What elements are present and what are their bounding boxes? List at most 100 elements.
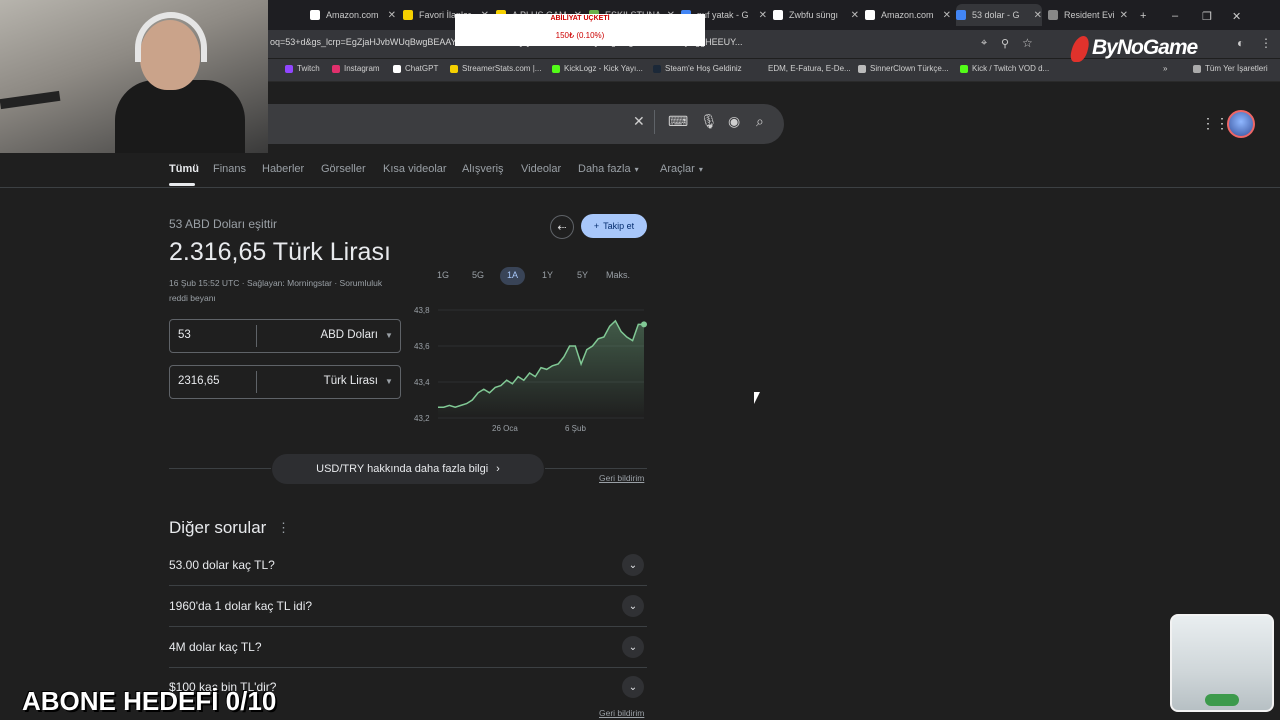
- sponsor-name: ByNoGame: [1092, 36, 1198, 59]
- bookmark-item[interactable]: StreamerStats.com |...: [450, 64, 541, 73]
- tab-title: Resident Evi: [1064, 10, 1115, 20]
- bookmark-item[interactable]: Kick / Twitch VOD d...: [960, 64, 1049, 73]
- chevron-down-icon[interactable]: ⌄: [622, 636, 644, 658]
- range-option[interactable]: 5Y: [577, 270, 588, 280]
- search-tab-label: Araçlar: [660, 163, 695, 175]
- bookmark-item[interactable]: SinnerClown Türkçe...: [858, 64, 949, 73]
- bookmark-favicon-icon: [960, 64, 968, 73]
- bookmark-item[interactable]: KickLogz - Kick Yayı...: [552, 64, 643, 73]
- new-tab-button[interactable]: +: [1140, 10, 1146, 22]
- search-tab[interactable]: Haberler: [262, 163, 304, 175]
- browser-tab[interactable]: 53 dolar - G ✕: [956, 4, 1042, 26]
- to-amount-value[interactable]: 2316,65: [178, 375, 220, 387]
- series-area: [438, 320, 644, 418]
- to-currency-select[interactable]: Türk Lirası: [280, 375, 378, 387]
- chevron-down-icon[interactable]: ⌄: [622, 595, 644, 617]
- search-tab-label: Alışveriş: [462, 163, 504, 175]
- question-item[interactable]: 53.00 dolar kaç TL?: [169, 558, 275, 572]
- from-currency-select[interactable]: ABD Doları: [280, 329, 378, 341]
- browser-tab[interactable]: Amazon.com ✕: [310, 4, 396, 26]
- headset: [135, 12, 207, 62]
- divider: [545, 468, 647, 469]
- more-info-label: USD/TRY hakkında daha fazla bilgi: [316, 463, 489, 475]
- tab-title: Amazon.com: [881, 10, 934, 20]
- close-tab-icon[interactable]: ✕: [388, 10, 396, 21]
- profile-icon[interactable]: ◐: [1237, 36, 1244, 50]
- close-tab-icon[interactable]: ✕: [1034, 10, 1042, 21]
- close-tab-icon[interactable]: ✕: [1120, 10, 1128, 21]
- bookmark-item[interactable]: Tüm Yer İşaretleri: [1193, 64, 1268, 73]
- lens-icon[interactable]: ◉: [728, 113, 740, 130]
- bookmark-item[interactable]: ChatGPT: [393, 64, 438, 73]
- search-tab[interactable]: Daha fazla ▾: [578, 163, 639, 175]
- search-icon[interactable]: ⌕: [756, 113, 764, 130]
- tab-title: Amazon.com: [326, 10, 379, 20]
- search-tab-label: Haberler: [262, 163, 305, 175]
- close-tab-icon[interactable]: ✕: [943, 10, 951, 21]
- search-tab[interactable]: Finans: [213, 163, 246, 175]
- question-item[interactable]: 4M dolar kaç TL?: [169, 640, 262, 654]
- divider: [169, 585, 647, 586]
- clear-icon[interactable]: ✕: [633, 113, 645, 130]
- zoom-icon[interactable]: ⚲: [1001, 37, 1009, 50]
- range-option[interactable]: 5G: [472, 270, 484, 280]
- bookmark-label: SinnerClown Türkçe...: [870, 64, 949, 73]
- follow-button[interactable]: + Takip et: [581, 214, 647, 238]
- search-tab[interactable]: Araçlar ▾: [660, 163, 703, 175]
- more-info-button[interactable]: USD/TRY hakkında daha fazla bilgi ›: [272, 454, 544, 484]
- y-tick: 43,8: [414, 306, 430, 315]
- bookmark-label: Kick / Twitch VOD d...: [972, 64, 1050, 73]
- chevron-down-icon[interactable]: ⌄: [622, 676, 644, 698]
- chevron-down-icon[interactable]: ⌄: [622, 554, 644, 576]
- location-icon[interactable]: ⌖: [981, 37, 987, 50]
- bookmark-favicon-icon: [552, 64, 560, 73]
- search-tab[interactable]: Kısa videolar: [383, 163, 447, 175]
- menu-icon[interactable]: ⋮: [1260, 36, 1272, 50]
- avatar[interactable]: [1227, 110, 1255, 138]
- follow-label: Takip et: [603, 221, 635, 231]
- divider: [169, 626, 647, 627]
- restore-icon[interactable]: ❐: [1202, 10, 1212, 23]
- feedback-link[interactable]: Geri bildirim: [599, 708, 644, 718]
- search-tab[interactable]: Videolar: [521, 163, 561, 175]
- keyboard-icon[interactable]: ⌨: [668, 113, 688, 130]
- share-button[interactable]: ⇠: [550, 215, 574, 239]
- range-option[interactable]: 1Y: [542, 270, 553, 280]
- exchange-rate-chart[interactable]: [432, 300, 648, 422]
- from-amount-value[interactable]: 53: [178, 329, 191, 341]
- search-tab[interactable]: Tümü: [169, 163, 199, 175]
- bookmark-item[interactable]: »: [1163, 64, 1167, 73]
- range-option[interactable]: 1G: [437, 270, 449, 280]
- tip-jar-coins: [1205, 694, 1239, 706]
- plus-icon: +: [593, 221, 600, 231]
- microphone-icon[interactable]: 🎙: [700, 113, 718, 130]
- bookmark-item[interactable]: Steam'e Hoş Geldiniz: [653, 64, 742, 73]
- search-tab-label: Videolar: [521, 163, 562, 175]
- disclaimer-link[interactable]: reddi beyanı: [169, 293, 216, 303]
- tab-favicon-icon: [310, 10, 320, 20]
- browser-tab[interactable]: Amazon.com ✕: [865, 4, 951, 26]
- bookmark-item[interactable]: EDM, E-Fatura, E-De...: [768, 64, 851, 73]
- bookmark-item[interactable]: Twitch: [285, 64, 320, 73]
- question-item[interactable]: 1960'da 1 dolar kaç TL idi?: [169, 599, 312, 613]
- feedback-link[interactable]: Geri bildirim: [599, 473, 644, 483]
- search-tab[interactable]: Alışveriş: [462, 163, 504, 175]
- star-icon[interactable]: ☆: [1022, 36, 1033, 50]
- search-tab[interactable]: Görseller: [321, 163, 366, 175]
- bookmark-favicon-icon: [1193, 64, 1201, 73]
- browser-tab[interactable]: Zwbfu süngı ✕: [773, 4, 859, 26]
- active-tab-indicator: [169, 183, 195, 186]
- more-options-icon[interactable]: ⋮: [277, 520, 290, 536]
- bookmark-label: Twitch: [297, 64, 320, 73]
- browser-tab[interactable]: Resident Evi ✕: [1048, 4, 1128, 26]
- range-option[interactable]: 1A: [507, 270, 518, 280]
- close-tab-icon[interactable]: ✕: [759, 10, 767, 21]
- bookmark-item[interactable]: Instagram: [332, 64, 380, 73]
- close-tab-icon[interactable]: ✕: [851, 10, 859, 21]
- close-window-icon[interactable]: ✕: [1232, 10, 1241, 23]
- tab-favicon-icon: [1048, 10, 1058, 20]
- data-point: [641, 321, 647, 328]
- minimize-icon[interactable]: –: [1172, 10, 1178, 22]
- share-icon: ⇠: [557, 221, 567, 234]
- range-option[interactable]: Maks.: [606, 270, 630, 280]
